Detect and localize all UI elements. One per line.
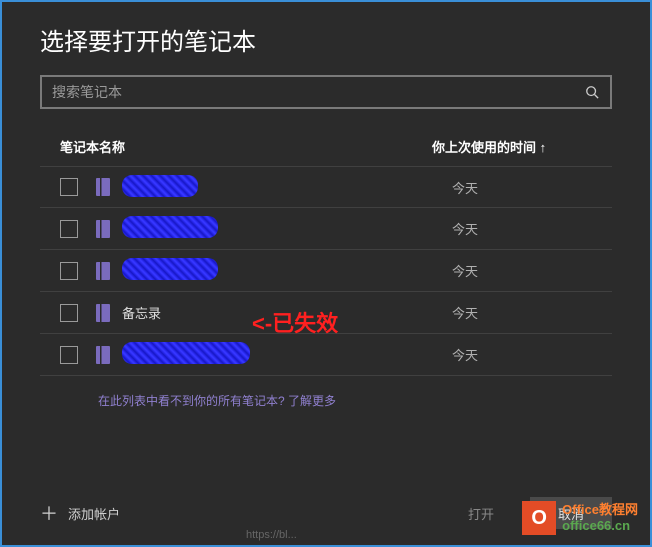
column-header-time[interactable]: 你上次使用的时间 ↑ bbox=[432, 137, 592, 156]
notebook-name bbox=[122, 258, 452, 283]
table-row[interactable]: 今天 bbox=[40, 250, 612, 292]
dialog-title: 选择要打开的笔记本 bbox=[2, 2, 650, 75]
row-checkbox[interactable] bbox=[60, 220, 78, 238]
search-input[interactable] bbox=[42, 77, 574, 107]
row-checkbox[interactable] bbox=[60, 262, 78, 280]
notebook-icon bbox=[96, 178, 110, 196]
notebook-icon bbox=[96, 346, 110, 364]
notebook-name: 备忘录 bbox=[122, 303, 452, 322]
redacted-name bbox=[122, 258, 218, 280]
notebook-last-used: 今天 bbox=[452, 303, 592, 322]
notebook-last-used: 今天 bbox=[452, 261, 592, 280]
notebook-last-used: 今天 bbox=[452, 178, 592, 197]
row-checkbox[interactable] bbox=[60, 304, 78, 322]
list-header: 笔记本名称 你上次使用的时间 ↑ bbox=[2, 137, 650, 166]
cancel-button[interactable]: 取消 bbox=[530, 497, 612, 529]
plus-icon: ＋ bbox=[40, 500, 58, 526]
notebook-icon bbox=[96, 220, 110, 238]
search-box bbox=[40, 75, 612, 109]
row-checkbox[interactable] bbox=[60, 346, 78, 364]
notebook-last-used: 今天 bbox=[452, 219, 592, 238]
redacted-name bbox=[122, 175, 198, 197]
notebook-last-used: 今天 bbox=[452, 345, 592, 364]
table-row[interactable]: 备忘录今天 bbox=[40, 292, 612, 334]
notebook-icon bbox=[96, 304, 110, 322]
notebook-icon bbox=[96, 262, 110, 280]
help-message: 在此列表中看不到你的所有笔记本? bbox=[98, 394, 288, 408]
add-account-label: 添加帐户 bbox=[68, 504, 120, 523]
redacted-name bbox=[122, 216, 218, 238]
notebook-name bbox=[122, 342, 452, 367]
learn-more-link[interactable]: 了解更多 bbox=[288, 394, 336, 408]
notebook-name bbox=[122, 175, 452, 200]
notebook-list: 今天今天今天备忘录今天今天 bbox=[2, 166, 650, 376]
add-account-button[interactable]: ＋ 添加帐户 bbox=[40, 500, 120, 526]
row-checkbox[interactable] bbox=[60, 178, 78, 196]
table-row[interactable]: 今天 bbox=[40, 334, 612, 376]
help-text: 在此列表中看不到你的所有笔记本? 了解更多 bbox=[2, 376, 650, 409]
column-header-name[interactable]: 笔记本名称 bbox=[60, 137, 432, 156]
table-row[interactable]: 今天 bbox=[40, 166, 612, 208]
table-row[interactable]: 今天 bbox=[40, 208, 612, 250]
search-button[interactable] bbox=[574, 77, 610, 107]
redacted-name bbox=[122, 342, 250, 364]
bottom-bar: ＋ 添加帐户 打开 取消 bbox=[2, 497, 650, 529]
open-button[interactable]: 打开 bbox=[440, 497, 522, 529]
url-hint: https://bl... bbox=[246, 529, 297, 541]
search-icon bbox=[585, 85, 599, 99]
notebook-name bbox=[122, 216, 452, 241]
